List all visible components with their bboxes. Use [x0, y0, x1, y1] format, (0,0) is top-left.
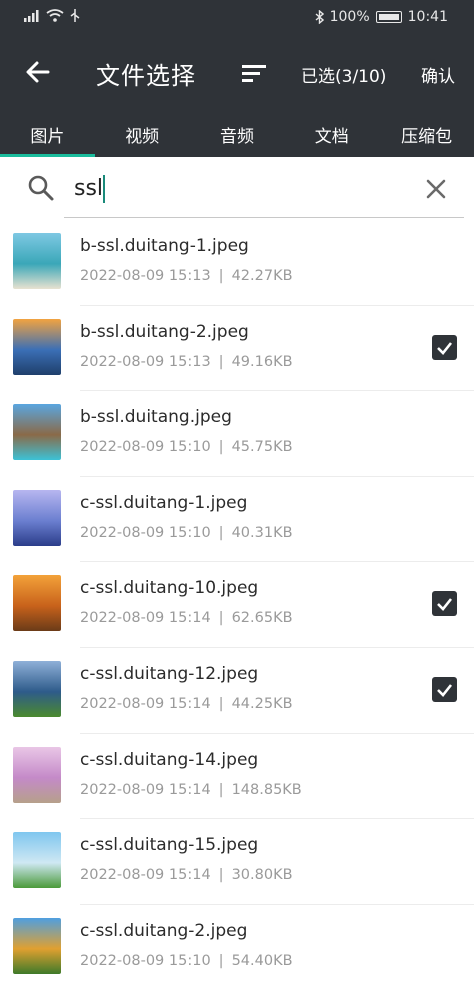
checkmark-icon — [437, 598, 453, 612]
file-row[interactable]: c-ssl.duitang-10.jpeg 2022-08-09 15:14 | 6… — [0, 562, 474, 648]
file-size: 45.75KB — [231, 439, 293, 456]
file-name: b-ssl.duitang-1.jpeg — [80, 236, 249, 256]
file-name: c-ssl.duitang-10.jpeg — [80, 578, 259, 599]
file-size: 30.80KB — [231, 867, 293, 884]
image-thumbnail — [13, 233, 61, 289]
file-row[interactable]: c-ssl.duitang-2.jpeg 2022-08-09 15:10 | 54… — [0, 905, 474, 984]
file-row[interactable]: c-ssl.duitang-15.jpeg 2022-08-09 15:14 | 3… — [0, 819, 474, 905]
file-row[interactable]: c-ssl.duitang-1.jpeg 2022-08-09 15:10 | 40… — [0, 477, 474, 563]
separator: | — [218, 867, 224, 884]
image-thumbnail — [13, 489, 61, 546]
status-bar: 100% 10:41 — [0, 0, 474, 36]
file-date: 2022-08-09 15:13 — [80, 268, 211, 284]
separator: | — [218, 610, 224, 627]
file-row[interactable]: c-ssl.duitang-14.jpeg 2022-08-09 15:14 | 1… — [0, 734, 474, 820]
file-meta: 2022-08-09 15:14 | 148.85KB — [80, 782, 302, 798]
separator: | — [218, 524, 224, 541]
separator: | — [218, 781, 224, 798]
tab-videos[interactable]: 视频 — [95, 108, 190, 157]
app-bar: 文件选择 已选(3/10) 确认 — [0, 40, 474, 106]
separator: | — [218, 353, 224, 370]
file-size: 44.25KB — [231, 695, 293, 712]
file-meta: 2022-08-09 15:14 | 62.65KB — [80, 610, 293, 626]
tab-audio[interactable]: 音频 — [190, 108, 285, 157]
file-date: 2022-08-09 15:14 — [80, 695, 211, 712]
file-size: 42.27KB — [231, 268, 293, 284]
file-meta: 2022-08-09 15:10 | 45.75KB — [80, 439, 293, 455]
image-thumbnail — [13, 575, 61, 632]
signal-icon — [24, 9, 39, 22]
file-date: 2022-08-09 15:10 — [80, 952, 211, 969]
page-title: 文件选择 — [96, 62, 196, 90]
bluetooth-icon — [315, 10, 324, 24]
file-name: b-ssl.duitang.jpeg — [80, 407, 232, 428]
tab-documents[interactable]: 文档 — [284, 108, 379, 157]
category-tabs: 图片 视频 音频 文档 压缩包 — [0, 108, 474, 157]
file-meta: 2022-08-09 15:10 | 40.31KB — [80, 525, 293, 541]
file-date: 2022-08-09 15:10 — [80, 524, 211, 541]
status-icons-left — [24, 9, 80, 22]
separator: | — [218, 952, 224, 969]
file-size: 62.65KB — [231, 610, 293, 627]
file-name: c-ssl.duitang-12.jpeg — [80, 663, 259, 684]
image-thumbnail — [13, 404, 61, 461]
search-input[interactable] — [64, 169, 404, 207]
image-thumbnail — [13, 832, 61, 889]
battery-icon — [375, 11, 402, 23]
back-arrow-icon[interactable] — [20, 54, 56, 90]
file-date: 2022-08-09 15:13 — [80, 353, 211, 370]
clear-icon[interactable] — [420, 173, 452, 205]
file-date: 2022-08-09 15:14 — [80, 867, 211, 884]
clock: 10:41 — [407, 9, 448, 25]
file-row[interactable]: b-ssl.duitang-1.jpeg 2022-08-09 15:13 | 42… — [0, 220, 474, 306]
file-row[interactable]: c-ssl.duitang-12.jpeg 2022-08-09 15:14 | 4… — [0, 648, 474, 734]
file-date: 2022-08-09 15:14 — [80, 610, 211, 627]
battery-percent: 100% — [329, 9, 370, 25]
confirm-button[interactable]: 确认 — [421, 62, 455, 87]
selected-checkbox[interactable] — [432, 334, 457, 360]
selected-checkbox[interactable] — [432, 676, 457, 702]
file-meta: 2022-08-09 15:13 | 42.27KB — [80, 268, 293, 284]
search-icon — [28, 175, 54, 201]
tab-archives[interactable]: 压缩包 — [379, 108, 474, 157]
image-thumbnail — [13, 746, 61, 803]
usb-icon — [70, 9, 80, 22]
file-meta: 2022-08-09 15:14 | 30.80KB — [80, 867, 293, 883]
file-size: 54.40KB — [231, 952, 293, 969]
file-row[interactable]: b-ssl.duitang.jpeg 2022-08-09 15:10 | 45.7… — [0, 391, 474, 477]
selected-count: 已选(3/10) — [301, 67, 387, 87]
file-list: b-ssl.duitang-1.jpeg 2022-08-09 15:13 | 42… — [0, 220, 474, 984]
wifi-icon — [46, 9, 64, 22]
file-row[interactable]: b-ssl.duitang-2.jpeg 2022-08-09 15:13 | 49… — [0, 306, 474, 392]
file-meta: 2022-08-09 15:13 | 49.16KB — [80, 354, 293, 370]
file-date: 2022-08-09 15:10 — [80, 439, 211, 456]
file-name: b-ssl.duitang-2.jpeg — [80, 321, 249, 342]
file-name: c-ssl.duitang-15.jpeg — [80, 835, 259, 856]
file-meta: 2022-08-09 15:14 | 44.25KB — [80, 696, 293, 712]
checkmark-icon — [437, 684, 453, 697]
file-size: 49.16KB — [231, 353, 293, 370]
selected-checkbox[interactable] — [432, 591, 457, 617]
tab-images[interactable]: 图片 — [0, 108, 95, 157]
image-thumbnail — [13, 660, 61, 717]
file-name: c-ssl.duitang-1.jpeg — [80, 492, 248, 513]
separator: | — [218, 695, 224, 712]
file-size: 40.31KB — [231, 524, 293, 541]
status-icons-right: 100% 10:41 — [315, 9, 448, 25]
file-meta: 2022-08-09 15:10 | 54.40KB — [80, 953, 293, 969]
top-bar: 100% 10:41 文件选择 已选(3/10) 确认 图片 视频 音频 文档 … — [0, 0, 474, 157]
checkmark-icon — [437, 341, 453, 355]
text-cursor — [103, 175, 105, 203]
image-thumbnail — [13, 318, 61, 375]
separator: | — [218, 268, 224, 284]
search-underline — [64, 217, 464, 218]
search-bar — [0, 157, 474, 221]
file-size: 148.85KB — [231, 781, 302, 798]
image-thumbnail — [13, 917, 61, 974]
separator: | — [218, 439, 224, 456]
file-name: c-ssl.duitang-14.jpeg — [80, 749, 259, 770]
sort-icon[interactable] — [236, 55, 272, 91]
file-name: c-ssl.duitang-2.jpeg — [80, 920, 248, 941]
file-date: 2022-08-09 15:14 — [80, 781, 211, 798]
